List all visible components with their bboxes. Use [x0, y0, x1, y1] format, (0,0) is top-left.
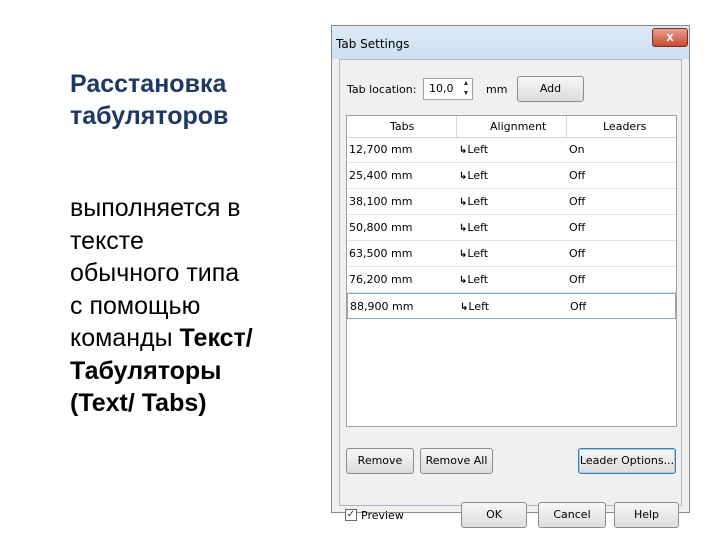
- alignment-value: Left: [467, 247, 489, 260]
- slide-body-line-1: выполняется в: [70, 194, 241, 222]
- leaders-cell[interactable]: Off: [569, 273, 585, 286]
- add-button[interactable]: Add: [517, 76, 584, 102]
- column-header-alignment[interactable]: Alignment: [490, 120, 546, 133]
- column-header-tabs[interactable]: Tabs: [390, 120, 414, 133]
- slide-body-line-2: тексте: [70, 226, 144, 255]
- alignment-cell[interactable]: ↳Left: [459, 143, 488, 156]
- leaders-cell[interactable]: Off: [569, 169, 585, 182]
- table-row-selected[interactable]: 88,900 mm ↳Left Off: [347, 293, 676, 319]
- tab-position-cell[interactable]: 88,900 mm: [350, 300, 413, 313]
- alignment-cell[interactable]: ↳Left: [459, 169, 488, 182]
- leaders-cell[interactable]: On: [569, 143, 585, 156]
- help-button[interactable]: Help: [614, 502, 679, 528]
- table-row[interactable]: 63,500 mm ↳Left Off: [347, 241, 676, 267]
- tab-settings-dialog: Tab Settings x Tab location: 10,0 ▲ ▼ mm…: [331, 25, 690, 528]
- column-separator: [456, 116, 457, 137]
- alignment-cell[interactable]: ↳Left: [459, 273, 488, 286]
- slide-body-line-3: обычного типа: [70, 259, 240, 287]
- checkmark-icon: ✓: [346, 509, 356, 520]
- alignment-cell[interactable]: ↳Left: [459, 195, 488, 208]
- spinner-up-icon[interactable]: ▲: [460, 79, 472, 89]
- ok-button[interactable]: OK: [461, 502, 527, 528]
- tab-location-spinner[interactable]: ▲ ▼: [460, 79, 472, 99]
- table-row[interactable]: 25,400 mm ↳Left Off: [347, 163, 676, 189]
- slide-body-line-5: команды Текст/: [70, 322, 320, 355]
- table-row[interactable]: 12,700 mm ↳Left On: [347, 137, 676, 163]
- table-row[interactable]: 76,200 mm ↳Left Off: [347, 267, 676, 293]
- table-header: Tabs Alignment Leaders: [347, 116, 676, 138]
- close-icon: x: [666, 29, 674, 44]
- table-row[interactable]: 38,100 mm ↳Left Off: [347, 189, 676, 215]
- alignment-value: Left: [467, 273, 489, 286]
- slide-body-line-5-plain: команды: [70, 324, 180, 352]
- slide-title-line-1: Расстановка: [70, 70, 227, 98]
- slide-title-line-2: табуляторов: [70, 102, 229, 130]
- tabs-table: Tabs Alignment Leaders 12,700 mm ↳Left O…: [346, 115, 677, 427]
- column-header-leaders[interactable]: Leaders: [603, 120, 646, 133]
- slide-body-line-7: (Text/ Tabs): [70, 389, 207, 417]
- unit-label: mm: [486, 83, 508, 96]
- tab-position-cell[interactable]: 76,200 mm: [349, 273, 412, 286]
- alignment-value: Left: [467, 195, 489, 208]
- alignment-cell[interactable]: ↳Left: [459, 247, 488, 260]
- cancel-button[interactable]: Cancel: [538, 502, 606, 528]
- leaders-cell[interactable]: Off: [570, 300, 586, 313]
- slide-body: выполняется в тексте обычного типа с пом…: [70, 192, 320, 420]
- slide-body-line-4: с помощью: [70, 291, 201, 320]
- alignment-cell[interactable]: ↳Left: [460, 300, 489, 313]
- remove-all-button[interactable]: Remove All: [420, 448, 493, 474]
- alignment-value: Left: [467, 221, 489, 234]
- close-button[interactable]: x: [652, 28, 688, 47]
- alignment-cell[interactable]: ↳Left: [459, 221, 488, 234]
- leader-options-button[interactable]: Leader Options...: [578, 448, 676, 474]
- column-separator: [566, 116, 567, 137]
- alignment-value: Left: [467, 143, 489, 156]
- dialog-title: Tab Settings: [336, 37, 410, 51]
- alignment-value: Left: [468, 300, 490, 313]
- tab-position-cell[interactable]: 12,700 mm: [349, 143, 412, 156]
- preview-label[interactable]: Preview: [361, 509, 404, 522]
- alignment-value: Left: [467, 169, 489, 182]
- tab-position-cell[interactable]: 25,400 mm: [349, 169, 412, 182]
- dialog-titlebar[interactable]: Tab Settings x: [332, 26, 689, 59]
- spinner-down-icon[interactable]: ▼: [460, 89, 472, 99]
- leaders-cell[interactable]: Off: [569, 221, 585, 234]
- leaders-cell[interactable]: Off: [569, 195, 585, 208]
- dialog-client-area: Tab location: 10,0 ▲ ▼ mm Add Tabs Align…: [339, 59, 682, 528]
- slide-body-line-6: Табуляторы: [70, 356, 222, 385]
- slide-title: Расстановка табуляторов: [70, 68, 310, 132]
- tab-position-cell[interactable]: 50,800 mm: [349, 221, 412, 234]
- tab-location-label: Tab location:: [347, 83, 417, 96]
- table-row[interactable]: 50,800 mm ↳Left Off: [347, 215, 676, 241]
- preview-checkbox[interactable]: ✓: [345, 509, 357, 521]
- tab-position-cell[interactable]: 38,100 mm: [349, 195, 412, 208]
- tab-position-cell[interactable]: 63,500 mm: [349, 247, 412, 260]
- remove-button[interactable]: Remove: [346, 448, 414, 474]
- leaders-cell[interactable]: Off: [569, 247, 585, 260]
- slide-body-line-5-bold: Текст/: [179, 324, 253, 352]
